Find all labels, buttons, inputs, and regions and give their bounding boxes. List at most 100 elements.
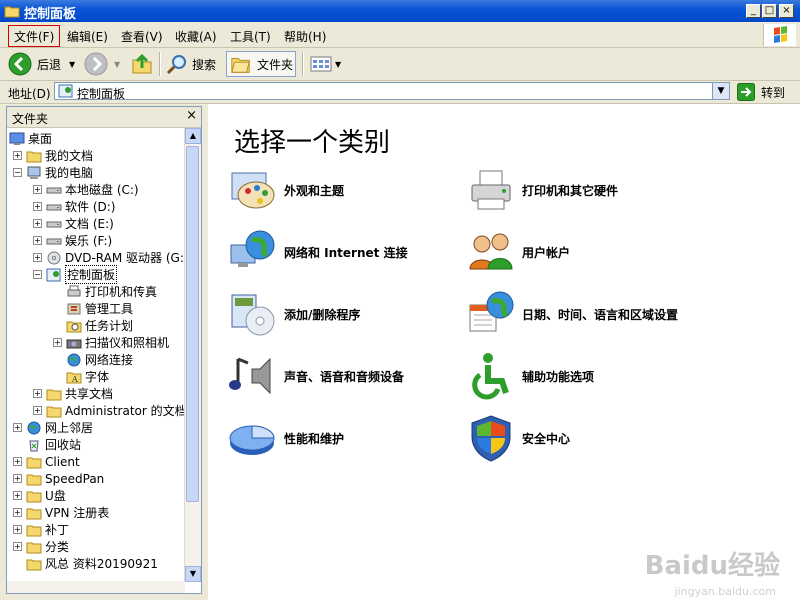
- tree-item-printers-faxes[interactable]: 打印机和传真: [66, 283, 157, 300]
- admin-tools-icon: [67, 303, 81, 314]
- category-performance-maintenance[interactable]: 性能和维护: [228, 412, 458, 464]
- menu-file[interactable]: 文件(F): [8, 25, 61, 47]
- menu-favorites[interactable]: 收藏(A): [170, 27, 222, 45]
- tree-item-drive-f[interactable]: + 娱乐 (F:): [33, 232, 112, 249]
- menu-edit[interactable]: 编辑(E): [62, 27, 113, 45]
- tree-item-admin-tools[interactable]: 管理工具: [66, 300, 133, 317]
- tree-item-fengzong-docs[interactable]: 风总 资料20190921: [26, 555, 158, 572]
- tree-item-speedpan[interactable]: + SpeedPan: [13, 470, 104, 487]
- tree-item-categories[interactable]: + 分类: [13, 538, 69, 555]
- forward-dropdown-icon[interactable]: ▼: [114, 60, 120, 69]
- views-dropdown-icon[interactable]: ▼: [335, 60, 341, 69]
- expand-icon[interactable]: +: [33, 389, 42, 398]
- folder-up-icon: [132, 53, 152, 74]
- expand-icon[interactable]: +: [13, 508, 22, 517]
- expand-icon[interactable]: +: [33, 236, 42, 245]
- expand-icon[interactable]: +: [53, 338, 62, 347]
- tree-item-vpn-registry[interactable]: + VPN 注册表: [13, 504, 109, 521]
- tree-item-usb[interactable]: + U盘: [13, 487, 66, 504]
- address-input[interactable]: 控制面板 ▼: [54, 82, 730, 101]
- network-globe-icon: [230, 230, 275, 267]
- search-button[interactable]: 搜索: [165, 51, 216, 77]
- maximize-button[interactable]: □: [762, 4, 777, 18]
- expand-icon[interactable]: +: [33, 253, 42, 262]
- tree-vertical-scrollbar[interactable]: ▲ ▼: [184, 128, 201, 582]
- folder-icon: [46, 406, 62, 417]
- tree-item-network-connections[interactable]: 网络连接: [66, 351, 133, 368]
- category-appearance-themes[interactable]: 外观和主题: [228, 164, 458, 216]
- back-dropdown-icon[interactable]: ▼: [69, 60, 75, 69]
- close-icon[interactable]: ×: [186, 108, 197, 123]
- tree-item-recycle-bin[interactable]: 回收站: [26, 436, 81, 453]
- collapse-icon[interactable]: −: [13, 168, 22, 177]
- tree-item-my-computer[interactable]: − 我的电脑: [13, 164, 93, 181]
- expand-icon[interactable]: +: [13, 151, 22, 160]
- minimize-button[interactable]: _: [746, 4, 761, 18]
- category-date-time-language[interactable]: 日期、时间、语言和区域设置: [466, 288, 696, 340]
- svg-text:A: A: [71, 375, 78, 384]
- scroll-up-icon[interactable]: ▲: [185, 128, 201, 144]
- folders-icon: [231, 58, 250, 73]
- category-sound-audio[interactable]: 声音、语音和音频设备: [228, 350, 458, 402]
- page-title: 选择一个类别: [234, 128, 391, 158]
- desktop-icon: [9, 132, 25, 145]
- menu-view[interactable]: 查看(V): [116, 27, 168, 45]
- category-security-center[interactable]: 安全中心: [466, 412, 696, 464]
- close-button[interactable]: ×: [779, 4, 794, 18]
- tree-item-drive-d[interactable]: + 软件 (D:): [33, 198, 115, 215]
- expand-icon[interactable]: +: [33, 202, 42, 211]
- go-button[interactable]: 转到: [737, 82, 785, 102]
- folders-button[interactable]: 文件夹: [226, 51, 296, 77]
- tree-item-fonts[interactable]: A 字体: [66, 368, 109, 385]
- expand-icon[interactable]: +: [33, 219, 42, 228]
- folder-tree: 桌面 + 我的文档 − 我的电脑 + 本地磁盘 (C:) + 软件 (D:) +…: [7, 128, 185, 588]
- category-network-internet[interactable]: 网络和 Internet 连接: [228, 226, 458, 278]
- title-bar[interactable]: 控制面板 _ □ ×: [0, 0, 800, 22]
- speaker-note-icon: [229, 357, 271, 395]
- network-globe-icon: [67, 353, 81, 366]
- menu-tools[interactable]: 工具(T): [225, 27, 276, 45]
- folders-pane-header: 文件夹 ×: [7, 107, 201, 128]
- tree-item-shared-docs[interactable]: + 共享文档: [33, 385, 113, 402]
- tree-item-control-panel[interactable]: − 控制面板: [33, 265, 118, 284]
- back-button[interactable]: 后退 ▼: [8, 51, 75, 77]
- tree-item-drive-g[interactable]: + DVD-RAM 驱动器 (G:): [33, 249, 185, 266]
- collapse-icon[interactable]: −: [33, 270, 42, 279]
- drive-icon: [46, 238, 62, 244]
- watermark-brand: Baidu经验: [644, 551, 780, 581]
- expand-icon[interactable]: +: [13, 457, 22, 466]
- expand-icon[interactable]: +: [13, 542, 22, 551]
- scroll-down-icon[interactable]: ▼: [185, 566, 201, 582]
- tree-item-admin-docs[interactable]: + Administrator 的文档: [33, 402, 185, 419]
- views-button[interactable]: ▼: [310, 51, 341, 77]
- category-user-accounts[interactable]: 用户帐户: [466, 226, 696, 278]
- address-dropdown-icon[interactable]: ▼: [712, 83, 729, 99]
- tree-item-client[interactable]: + Client: [13, 453, 80, 470]
- expand-icon[interactable]: +: [13, 491, 22, 500]
- category-accessibility[interactable]: 辅助功能选项: [466, 350, 696, 402]
- tree-item-my-documents[interactable]: + 我的文档: [13, 147, 93, 164]
- tree-item-drive-e[interactable]: + 文档 (E:): [33, 215, 114, 232]
- expand-icon[interactable]: +: [13, 423, 22, 432]
- scroll-thumb[interactable]: [186, 146, 199, 502]
- tree-item-scheduled-tasks[interactable]: 任务计划: [66, 317, 133, 334]
- forward-button[interactable]: ▼: [84, 51, 120, 77]
- expand-icon[interactable]: +: [13, 525, 22, 534]
- tree-item-patches[interactable]: + 补丁: [13, 521, 69, 538]
- expand-icon[interactable]: +: [33, 185, 42, 194]
- up-button[interactable]: [130, 51, 154, 77]
- menu-help[interactable]: 帮助(H): [279, 27, 331, 45]
- window-title: 控制面板: [24, 7, 77, 22]
- category-printers-hardware[interactable]: 打印机和其它硬件: [466, 164, 696, 216]
- expand-icon[interactable]: +: [13, 474, 22, 483]
- tree-horizontal-scrollbar[interactable]: [7, 581, 185, 593]
- category-add-remove-programs[interactable]: 添加/删除程序: [228, 288, 458, 340]
- expand-icon[interactable]: +: [33, 406, 42, 415]
- address-value: 控制面板: [77, 87, 126, 101]
- tree-item-drive-c[interactable]: + 本地磁盘 (C:): [33, 181, 139, 198]
- tree-item-desktop[interactable]: 桌面: [9, 130, 52, 147]
- tree-item-scanners-cameras[interactable]: + 扫描仪和照相机: [53, 334, 169, 351]
- tree-item-network-places[interactable]: + 网上邻居: [13, 419, 93, 436]
- performance-chart-icon: [229, 425, 275, 455]
- fonts-folder-icon: A: [66, 372, 82, 384]
